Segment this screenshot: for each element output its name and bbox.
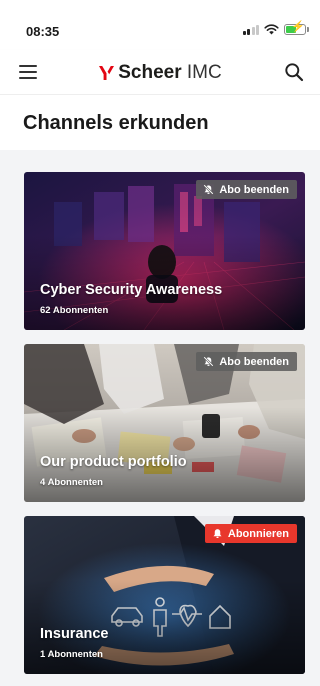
channel-card-product-portfolio[interactable]: Abo beenden Our product portfolio 4 Abon… xyxy=(24,344,305,502)
bell-icon xyxy=(213,529,222,538)
page-title: Channels erkunden xyxy=(23,112,209,134)
status-bar: 08:35 ⚡ xyxy=(0,0,320,50)
channel-title: Our product portfolio xyxy=(40,454,187,470)
cellular-signal-icon xyxy=(242,24,259,35)
wifi-icon xyxy=(264,24,279,35)
channel-title: Insurance xyxy=(40,626,109,642)
logo-text-light: IMC xyxy=(186,62,222,83)
scheer-logo-mark-icon xyxy=(99,65,115,80)
subscriber-count: 1 Abonnenten xyxy=(40,649,103,660)
search-icon[interactable] xyxy=(284,62,304,82)
unsubscribe-label: Abo beenden xyxy=(219,183,289,196)
unsubscribe-button[interactable]: Abo beenden xyxy=(196,352,297,371)
channel-card-cyber-security[interactable]: Abo beenden Cyber Security Awareness 62 … xyxy=(24,172,305,330)
channel-card-insurance[interactable]: Abonnieren Insurance 1 Abonnenten xyxy=(24,516,305,674)
channel-title: Cyber Security Awareness xyxy=(40,282,223,298)
unsubscribe-button[interactable]: Abo beenden xyxy=(196,180,297,199)
app-header: Scheer IMC xyxy=(0,50,320,94)
logo-text-bold: Scheer xyxy=(118,62,182,83)
bell-slash-icon xyxy=(203,356,214,367)
unsubscribe-label: Abo beenden xyxy=(219,355,289,368)
subscriber-count: 62 Abonnenten xyxy=(40,305,109,316)
subscribe-button[interactable]: Abonnieren xyxy=(204,524,297,543)
subscriber-count: 4 Abonnenten xyxy=(40,477,103,488)
status-icons: ⚡ xyxy=(242,22,309,35)
page-title-bar: Channels erkunden xyxy=(0,94,320,150)
battery-icon: ⚡ xyxy=(284,22,309,35)
subscribe-label: Abonnieren xyxy=(227,527,289,540)
brand-logo: Scheer IMC xyxy=(0,62,320,84)
status-time: 08:35 xyxy=(26,24,60,39)
bell-slash-icon xyxy=(203,184,214,195)
